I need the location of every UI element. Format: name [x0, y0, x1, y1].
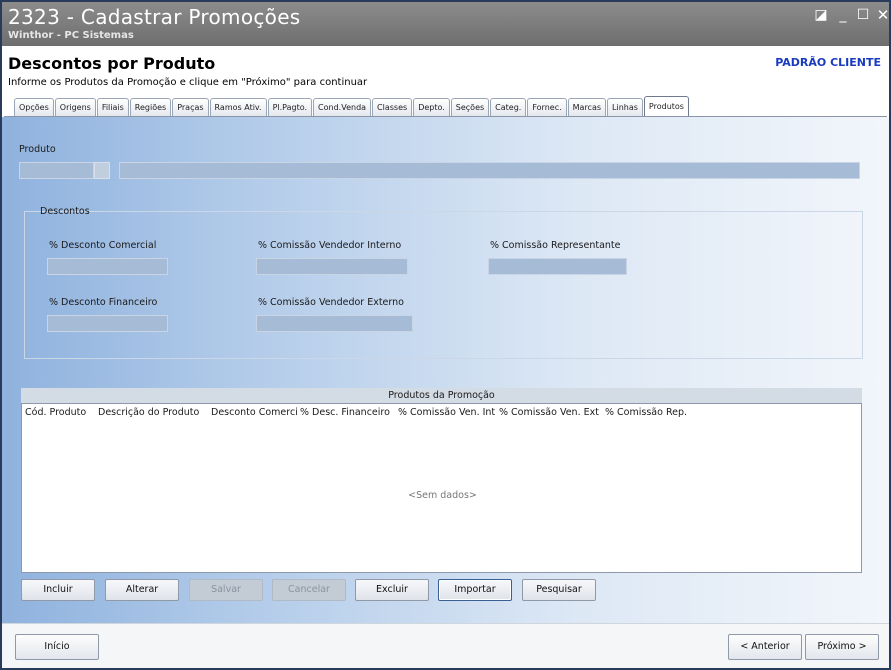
content-panel: Produto Descontos % Desconto Comercial %… — [2, 117, 889, 623]
tab-produtos[interactable]: Produtos — [643, 96, 689, 116]
produto-label: Produto — [19, 144, 56, 155]
minimize-icon[interactable]: _ — [832, 6, 854, 24]
tab-secoes[interactable]: Seções — [450, 98, 490, 116]
descontos-groupbox — [24, 211, 863, 359]
tab-depto[interactable]: Depto. — [413, 98, 450, 116]
comissao-representante-label: % Comissão Representante — [490, 240, 621, 251]
col-header-cod-produto[interactable]: Cód. Produto — [22, 404, 95, 422]
inicio-button[interactable]: Início — [15, 634, 99, 660]
profile-link[interactable]: PADRÃO CLIENTE — [775, 56, 881, 69]
window-title: 2323 - Cadastrar Promoções — [8, 5, 301, 29]
produtos-grid[interactable]: Cód. Produto Descrição do Produto Descon… — [21, 403, 862, 573]
importar-button[interactable]: Importar — [438, 579, 512, 601]
tab-pracas[interactable]: Praças — [172, 98, 209, 116]
tab-cond-venda[interactable]: Cond.Venda — [313, 98, 372, 116]
pesquisar-button[interactable]: Pesquisar — [522, 579, 596, 601]
tab-filiais[interactable]: Filiais — [96, 98, 129, 116]
comissao-externo-label: % Comissão Vendedor Externo — [258, 297, 404, 308]
tab-regioes[interactable]: Regiões — [129, 98, 172, 116]
desconto-financeiro-input[interactable] — [47, 315, 168, 332]
excluir-button[interactable]: Excluir — [355, 579, 429, 601]
produto-lookup-button[interactable] — [94, 162, 110, 179]
alterar-button[interactable]: Alterar — [105, 579, 179, 601]
produto-code-input[interactable] — [19, 162, 94, 179]
page-instruction: Informe os Produtos da Promoção e clique… — [8, 77, 368, 88]
comissao-externo-input[interactable] — [256, 315, 413, 332]
comissao-interno-input[interactable] — [256, 258, 408, 275]
grid-empty-text: <Sem dados> — [408, 490, 477, 501]
desconto-comercial-label: % Desconto Comercial — [49, 240, 157, 251]
comissao-interno-label: % Comissão Vendedor Interno — [258, 240, 402, 251]
footer-bar: Início < Anterior Próximo > — [2, 623, 889, 668]
tab-pl-pagto[interactable]: Pl.Pagto. — [267, 98, 313, 116]
page-title: Descontos por Produto — [8, 54, 216, 73]
col-header-comissao-ven-ext[interactable]: % Comissão Ven. Ext — [496, 404, 602, 422]
window-subtitle: Winthor - PC Sistemas — [8, 30, 134, 41]
anterior-button[interactable]: < Anterior — [728, 634, 802, 660]
tab-ramos-ativ[interactable]: Ramos Ativ. — [209, 98, 267, 116]
produto-description-field — [119, 162, 860, 179]
main-window: 2323 - Cadastrar Promoções Winthor - PC … — [0, 0, 891, 670]
maximize-icon[interactable]: ☐ — [852, 6, 874, 24]
salvar-button[interactable]: Salvar — [189, 579, 263, 601]
tab-fornec[interactable]: Fornec. — [527, 98, 567, 116]
col-header-desconto-comercial[interactable]: Desconto Comercial — [208, 404, 297, 422]
comissao-representante-input[interactable] — [488, 258, 627, 275]
tab-origens[interactable]: Origens — [54, 98, 96, 116]
tab-classes[interactable]: Classes — [372, 98, 413, 116]
tab-categ[interactable]: Categ. — [490, 98, 527, 116]
col-header-desc-financeiro[interactable]: % Desc. Financeiro — [297, 404, 395, 422]
tab-opcoes[interactable]: Opções — [14, 98, 54, 116]
tab-strip: Opções Origens Filiais Regiões Praças Ra… — [14, 96, 690, 116]
incluir-button[interactable]: Incluir — [21, 579, 95, 601]
tab-linhas[interactable]: Linhas — [607, 98, 643, 116]
descontos-legend: Descontos — [40, 206, 90, 217]
close-icon[interactable]: ✕ — [872, 6, 891, 24]
col-header-comissao-rep[interactable]: % Comissão Rep. — [602, 404, 712, 422]
grid-title: Produtos da Promoção — [21, 388, 862, 403]
title-bar: 2323 - Cadastrar Promoções Winthor - PC … — [2, 2, 889, 46]
col-header-comissao-ven-int[interactable]: % Comissão Ven. Int — [395, 404, 496, 422]
desconto-financeiro-label: % Desconto Financeiro — [49, 297, 158, 308]
grid-header-row: Cód. Produto Descrição do Produto Descon… — [22, 404, 861, 422]
desconto-comercial-input[interactable] — [47, 258, 168, 275]
tab-marcas[interactable]: Marcas — [567, 98, 607, 116]
proximo-button[interactable]: Próximo > — [805, 634, 879, 660]
cancelar-button[interactable]: Cancelar — [272, 579, 346, 601]
col-header-descricao[interactable]: Descrição do Produto — [95, 404, 208, 422]
restore-icon[interactable]: ◪ — [810, 6, 832, 24]
